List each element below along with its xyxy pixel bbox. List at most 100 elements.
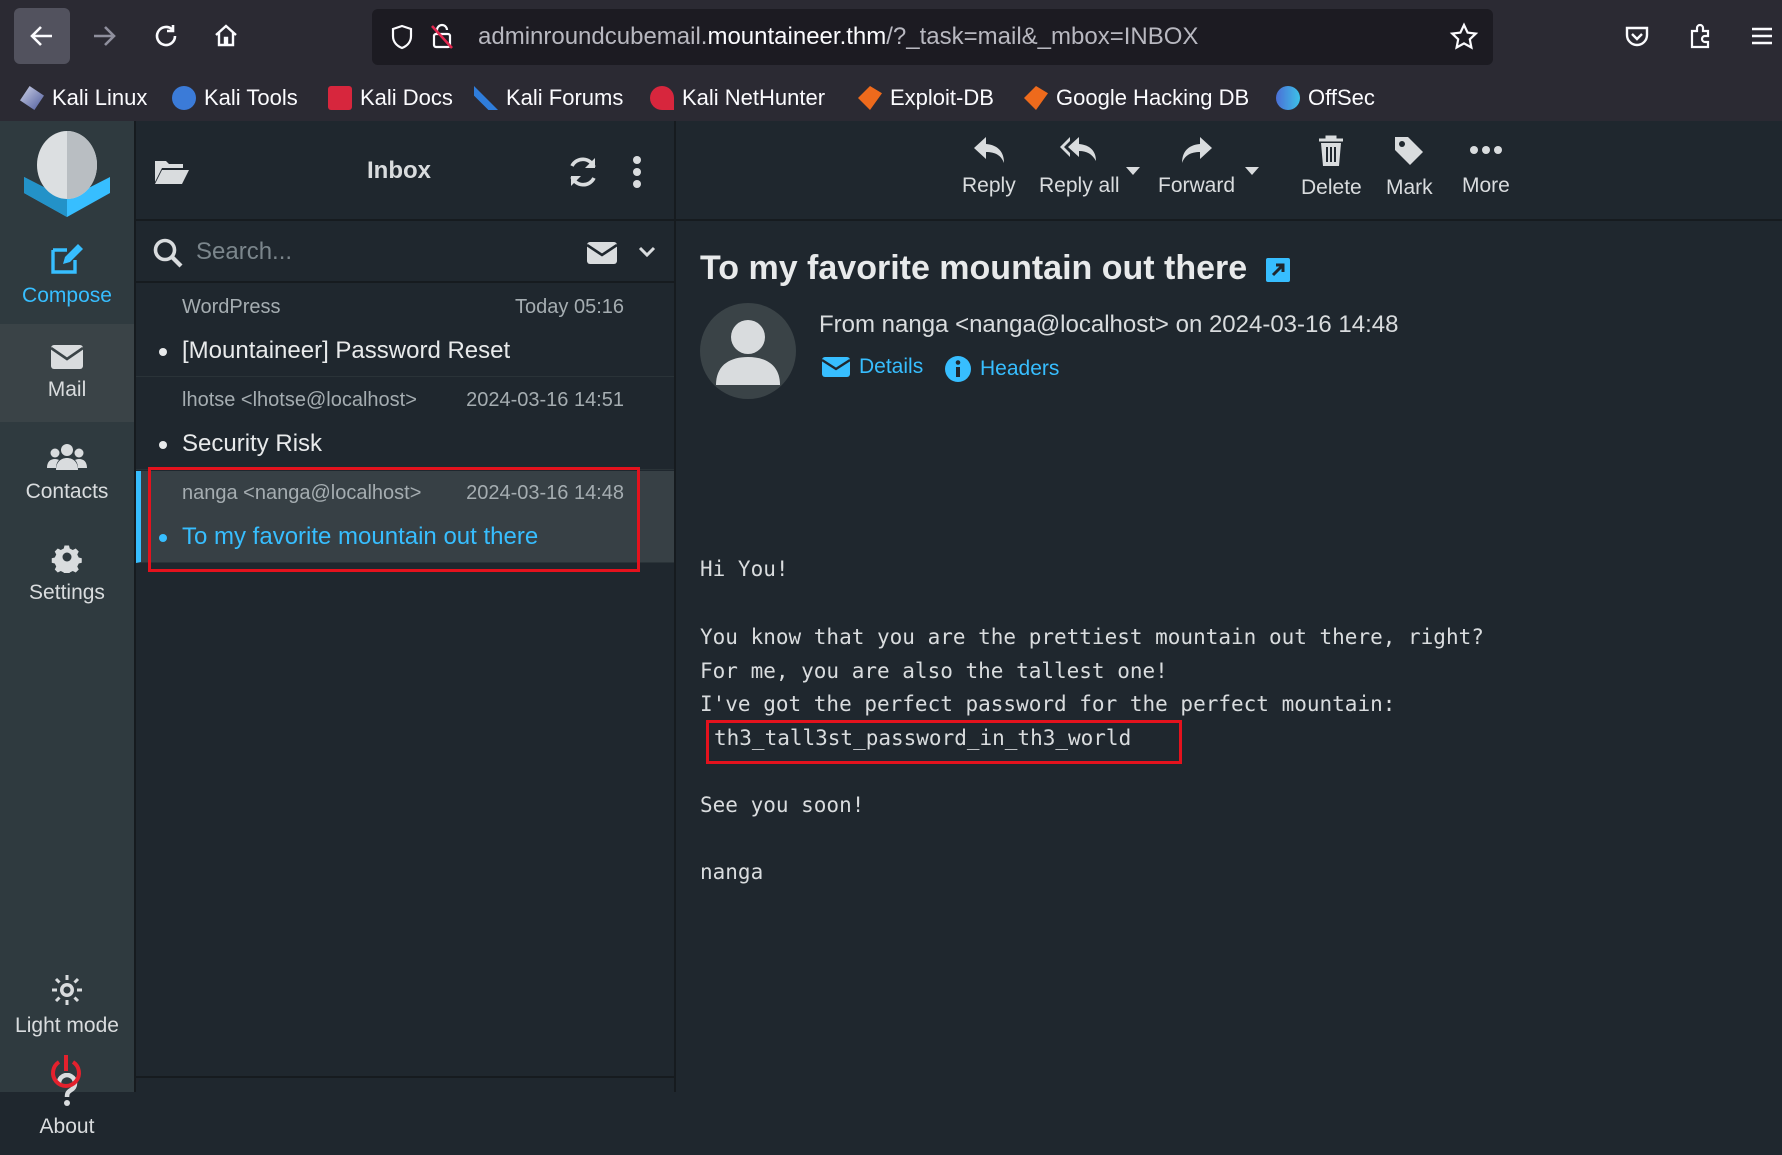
browser-nav-row: adminroundcubemail.mountaineer.thm/?_tas…	[0, 0, 1782, 75]
back-arrow-icon	[30, 26, 52, 46]
insecure-lock-icon[interactable]	[428, 22, 456, 52]
highlight-box-password	[706, 720, 1182, 764]
ghdb-icon	[1024, 86, 1048, 110]
headers-link[interactable]: Headers	[944, 355, 1059, 383]
mail-envelope-icon	[50, 345, 84, 369]
url-bar[interactable]: adminroundcubemail.mountaineer.thm/?_tas…	[372, 9, 1493, 65]
envelope-filter-icon[interactable]	[586, 241, 618, 265]
forward-arrow-icon	[94, 26, 116, 46]
message-list-pane: Inbox Search... WordPress Today 05:16 [M…	[136, 121, 674, 1092]
message-subject-heading: To my favorite mountain out there	[700, 249, 1291, 288]
bookmark-google-hacking-db[interactable]: Google Hacking DB	[1024, 83, 1249, 113]
bookmark-star-icon[interactable]	[1449, 22, 1479, 52]
url-text[interactable]: adminroundcubemail.mountaineer.thm/?_tas…	[478, 23, 1198, 51]
body-line-1: You know that you are the prettiest moun…	[700, 625, 1484, 649]
list-options-icon[interactable]	[632, 155, 642, 189]
ellipsis-icon	[1469, 146, 1502, 154]
message-subject: [Mountaineer] Password Reset	[182, 337, 511, 364]
bookmark-offsec[interactable]: OffSec	[1276, 83, 1375, 113]
message-reader: Reply Reply all Forward Delete Mark More…	[676, 121, 1782, 1092]
sun-icon	[52, 975, 82, 1005]
delete-button[interactable]: Delete	[1301, 135, 1362, 200]
list-item[interactable]: lhotse <lhotse@localhost> 2024-03-16 14:…	[136, 378, 674, 470]
search-bar[interactable]: Search...	[136, 221, 674, 283]
user-silhouette-icon	[716, 320, 780, 385]
reply-button[interactable]: Reply	[962, 135, 1016, 198]
bookmark-kali-docs[interactable]: Kali Docs	[328, 83, 453, 113]
info-icon	[945, 356, 971, 382]
exploit-db-icon	[858, 86, 882, 110]
list-footer-divider	[136, 1076, 674, 1078]
more-button[interactable]: More	[1462, 135, 1510, 198]
reload-button[interactable]	[138, 8, 194, 64]
nav-contacts[interactable]: Contacts	[0, 424, 134, 522]
nav-mail[interactable]: Mail	[0, 324, 134, 422]
kali-forums-icon	[474, 86, 498, 110]
search-icon	[153, 238, 183, 268]
highlight-box-selected-message	[148, 467, 640, 572]
trash-icon	[1319, 135, 1344, 166]
reload-icon	[155, 25, 177, 47]
home-icon	[215, 24, 237, 47]
list-item[interactable]: WordPress Today 05:16 [Mountaineer] Pass…	[136, 285, 674, 377]
bookmark-kali-linux[interactable]: Kali Linux	[20, 83, 147, 113]
shield-icon[interactable]	[388, 23, 416, 51]
details-link[interactable]: Details	[821, 355, 923, 379]
chevron-down-icon[interactable]	[638, 245, 656, 259]
unread-dot	[159, 348, 167, 356]
home-button[interactable]	[198, 8, 254, 64]
settings-gear-icon	[51, 545, 82, 573]
kali-docs-icon	[328, 86, 352, 110]
from-line: From nanga <nanga@localhost> on 2024-03-…	[819, 311, 1399, 338]
body-signature: nanga	[700, 860, 764, 884]
nav-settings[interactable]: Settings	[0, 524, 134, 622]
message-date: Today 05:16	[515, 296, 624, 318]
browser-chrome: adminroundcubemail.mountaineer.thm/?_tas…	[0, 0, 1782, 121]
puzzle-icon	[1690, 23, 1710, 49]
logout-power-icon[interactable]	[48, 1053, 84, 1089]
forward-button[interactable]: Forward	[1158, 135, 1235, 198]
refresh-icon[interactable]	[566, 155, 600, 189]
message-from: lhotse <lhotse@localhost>	[182, 389, 417, 411]
list-header: Inbox	[136, 121, 674, 221]
bookmark-exploit-db[interactable]: Exploit-DB	[858, 83, 994, 113]
light-mode-toggle[interactable]: Light mode	[0, 957, 134, 1055]
body-line-3: I've got the perfect password for the pe…	[700, 692, 1396, 716]
bookmark-kali-tools[interactable]: Kali Tools	[172, 83, 298, 113]
bookmark-kali-forums[interactable]: Kali Forums	[474, 83, 623, 113]
message-subject: Security Risk	[182, 430, 323, 457]
reply-all-dropdown-caret[interactable]	[1126, 167, 1140, 175]
forward-dropdown-caret[interactable]	[1245, 167, 1259, 175]
app-menu-button[interactable]	[1734, 8, 1782, 64]
kali-nethunter-icon	[650, 86, 674, 110]
open-external-icon[interactable]	[1265, 257, 1291, 283]
message-toolbar: Reply Reply all Forward Delete Mark More	[676, 121, 1782, 221]
body-greeting: Hi You!	[700, 557, 789, 581]
body-closing: See you soon!	[700, 793, 865, 817]
offsec-icon	[1276, 86, 1300, 110]
message-date: 2024-03-16 14:51	[466, 389, 624, 411]
reply-all-button[interactable]: Reply all	[1039, 135, 1120, 198]
unread-dot	[159, 441, 167, 449]
left-nav: Compose Mail Contacts Settings Light mod…	[0, 121, 134, 1138]
message-from: WordPress	[182, 296, 281, 318]
reply-icon	[973, 137, 1004, 163]
back-button[interactable]	[14, 8, 70, 64]
pocket-button[interactable]	[1609, 8, 1665, 64]
forward-button[interactable]	[76, 8, 132, 64]
mark-button[interactable]: Mark	[1386, 135, 1433, 200]
search-input[interactable]: Search...	[196, 238, 292, 266]
bookmark-kali-nethunter[interactable]: Kali NetHunter	[650, 83, 825, 113]
compose-button[interactable]: Compose	[0, 226, 134, 324]
roundcube-logo	[24, 131, 110, 217]
compose-pencil-icon	[51, 244, 83, 274]
extensions-button[interactable]	[1672, 8, 1728, 64]
contacts-people-icon	[47, 444, 87, 470]
sender-avatar	[700, 303, 796, 399]
kali-tools-icon	[172, 86, 196, 110]
kali-dragon-icon	[20, 86, 44, 110]
envelope-icon	[821, 357, 851, 377]
bookmarks-toolbar: Kali Linux Kali Tools Kali Docs Kali For…	[0, 75, 1782, 121]
tag-icon	[1395, 137, 1424, 165]
forward-arrow-icon	[1181, 137, 1212, 163]
